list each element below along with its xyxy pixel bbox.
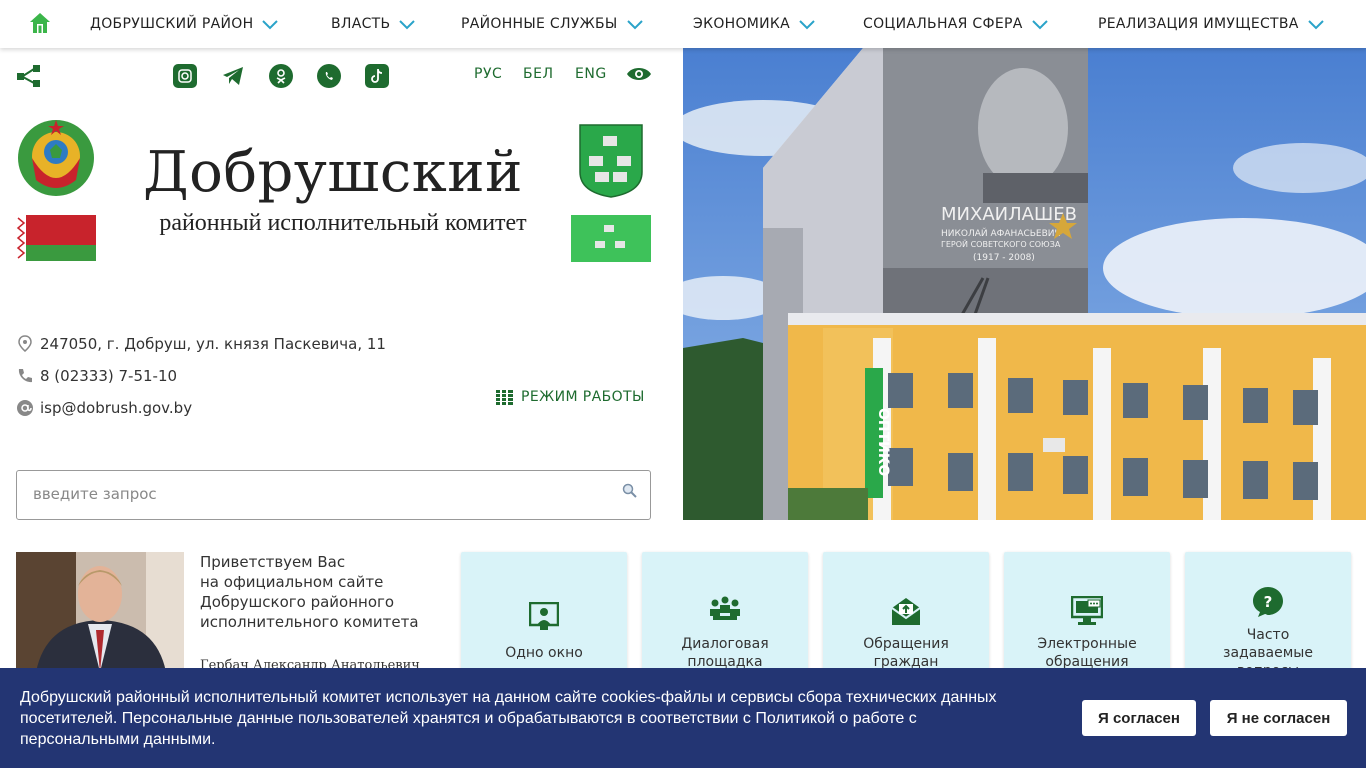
mural-line3: ГЕРОЙ СОВЕТСКОГО СОЮЗА bbox=[941, 238, 1061, 249]
lang-bel[interactable]: БЕЛ bbox=[523, 66, 553, 82]
tile-label-line: Часто bbox=[1246, 627, 1290, 643]
tile-label: Обращения граждан bbox=[823, 635, 989, 671]
search-icon[interactable] bbox=[622, 483, 638, 499]
one-window-icon bbox=[529, 602, 559, 630]
tile-electronic-appeals[interactable]: Электронные обращения bbox=[1004, 552, 1170, 682]
decline-cookies-button[interactable]: Я не согласен bbox=[1210, 700, 1347, 736]
nav-item-label: СОЦИАЛЬНАЯ СФЕРА bbox=[863, 16, 1023, 32]
tiktok-icon[interactable] bbox=[365, 64, 389, 88]
nav-item-power[interactable]: ВЛАСТЬ bbox=[331, 0, 416, 48]
accept-cookies-button[interactable]: Я согласен bbox=[1082, 700, 1196, 736]
tile-label-line: Диалоговая bbox=[681, 636, 769, 652]
tile-one-window[interactable]: Одно окно bbox=[461, 552, 627, 682]
tile-label-line: Обращения bbox=[863, 636, 949, 652]
welcome-line: Добрушского районного bbox=[200, 593, 395, 611]
search-box bbox=[16, 470, 651, 520]
eye-icon[interactable] bbox=[626, 66, 652, 82]
main-navigation: ДОБРУШСКИЙ РАЙОН ВЛАСТЬ РАЙОННЫЕ СЛУЖБЫ … bbox=[0, 0, 1366, 48]
chevron-down-icon bbox=[262, 20, 279, 30]
address-text: 247050, г. Добруш, ул. князя Паскевича, … bbox=[40, 335, 386, 353]
nav-item-label: РАЙОННЫЕ СЛУЖБЫ bbox=[461, 16, 618, 32]
home-icon[interactable] bbox=[28, 11, 52, 35]
location-pin-icon bbox=[18, 335, 32, 352]
telegram-icon[interactable] bbox=[221, 64, 245, 88]
chevron-down-icon bbox=[799, 20, 815, 30]
lang-rus[interactable]: РУС bbox=[474, 66, 502, 82]
belarus-flag-icon bbox=[16, 215, 96, 261]
odnoklassniki-icon[interactable] bbox=[269, 64, 293, 88]
welcome-line: Приветствуем Вас bbox=[200, 553, 346, 571]
phone-icon bbox=[18, 369, 32, 383]
dobrush-coat-of-arms-icon bbox=[579, 124, 643, 198]
tile-dialog-platform[interactable]: Диалоговая площадка bbox=[642, 552, 808, 682]
tile-citizen-appeals[interactable]: Обращения граждан bbox=[823, 552, 989, 682]
nav-item-label: ЭКОНОМИКА bbox=[693, 16, 791, 32]
electronic-appeals-icon bbox=[1071, 596, 1103, 625]
grid-table-icon bbox=[496, 389, 513, 405]
email-text[interactable]: isp@dobrush.gov.by bbox=[40, 399, 192, 417]
viber-icon[interactable] bbox=[317, 64, 341, 88]
cookie-banner: Добрушский районный исполнительный комит… bbox=[0, 668, 1366, 768]
hero-photo: МИХАИЛАШЕВ НИКОЛАЙ АФАНАСЬЕВИЧ ГЕРОЙ СОВ… bbox=[683, 48, 1366, 520]
optics-sign: ОПТИКО bbox=[875, 408, 891, 476]
nav-item-district-services[interactable]: РАЙОННЫЕ СЛУЖБЫ bbox=[461, 0, 644, 48]
belarus-emblem-icon bbox=[18, 120, 94, 196]
tile-label-line: задаваемые bbox=[1223, 645, 1313, 661]
email: isp@dobrush.gov.by bbox=[16, 399, 192, 417]
tile-faq[interactable]: ? Часто задаваемые вопросы bbox=[1185, 552, 1351, 682]
nav-item-economy[interactable]: ЭКОНОМИКА bbox=[693, 0, 816, 48]
tile-label: Электронные обращения bbox=[1004, 635, 1170, 671]
welcome-line: исполнительного комитета bbox=[200, 613, 419, 631]
nav-item-social-sphere[interactable]: СОЦИАЛЬНАЯ СФЕРА bbox=[863, 0, 1049, 48]
welcome-line: на официальном сайте bbox=[200, 573, 384, 591]
lang-eng[interactable]: ENG bbox=[575, 66, 607, 82]
cookie-text: Добрушский районный исполнительный комит… bbox=[20, 689, 997, 748]
tile-label: Диалоговая площадка bbox=[642, 635, 808, 671]
search-input[interactable] bbox=[33, 471, 593, 517]
address: 247050, г. Добруш, ул. князя Паскевича, … bbox=[16, 335, 386, 353]
schedule-label: РЕЖИМ РАБОТЫ bbox=[521, 389, 645, 405]
dobrush-flag-icon bbox=[571, 215, 651, 262]
site-subtitle: районный исполнительный комитет bbox=[159, 210, 527, 236]
nav-item-label: РЕАЛИЗАЦИЯ ИМУЩЕСТВА bbox=[1098, 16, 1299, 32]
svg-text:?: ? bbox=[1264, 593, 1273, 611]
site-title: Добрушский bbox=[143, 140, 523, 205]
nav-item-dobrush-district[interactable]: ДОБРУШСКИЙ РАЙОН bbox=[90, 0, 279, 48]
mural-name: МИХАИЛАШЕВ bbox=[941, 204, 1077, 225]
tile-label: Одно окно bbox=[505, 645, 583, 661]
chevron-down-icon bbox=[626, 20, 643, 30]
chevron-down-icon bbox=[1307, 20, 1324, 30]
mural-line2: НИКОЛАЙ АФАНАСЬЕВИЧ bbox=[941, 227, 1061, 239]
nav-item-label: ВЛАСТЬ bbox=[331, 16, 391, 32]
faq-icon: ? bbox=[1253, 587, 1283, 617]
at-sign-icon bbox=[17, 400, 33, 416]
dialog-platform-icon bbox=[710, 596, 740, 620]
nav-item-property-sale[interactable]: РЕАЛИЗАЦИЯ ИМУЩЕСТВА bbox=[1098, 0, 1325, 48]
welcome-text: Приветствуем Вас на официальном сайте До… bbox=[200, 552, 450, 632]
chevron-down-icon bbox=[399, 20, 416, 30]
share-icon[interactable] bbox=[16, 64, 42, 88]
phone-text[interactable]: 8 (02333) 7-51-10 bbox=[40, 367, 177, 385]
tile-label-line: Электронные bbox=[1037, 636, 1137, 652]
chairman-portrait bbox=[16, 552, 184, 672]
phone: 8 (02333) 7-51-10 bbox=[16, 367, 177, 385]
citizen-appeals-icon bbox=[891, 598, 921, 625]
chevron-down-icon bbox=[1031, 20, 1048, 30]
mural-years: (1917 - 2008) bbox=[973, 253, 1035, 263]
nav-item-label: ДОБРУШСКИЙ РАЙОН bbox=[90, 16, 254, 32]
instagram-icon[interactable] bbox=[173, 64, 197, 88]
schedule-link[interactable]: РЕЖИМ РАБОТЫ bbox=[496, 389, 645, 405]
